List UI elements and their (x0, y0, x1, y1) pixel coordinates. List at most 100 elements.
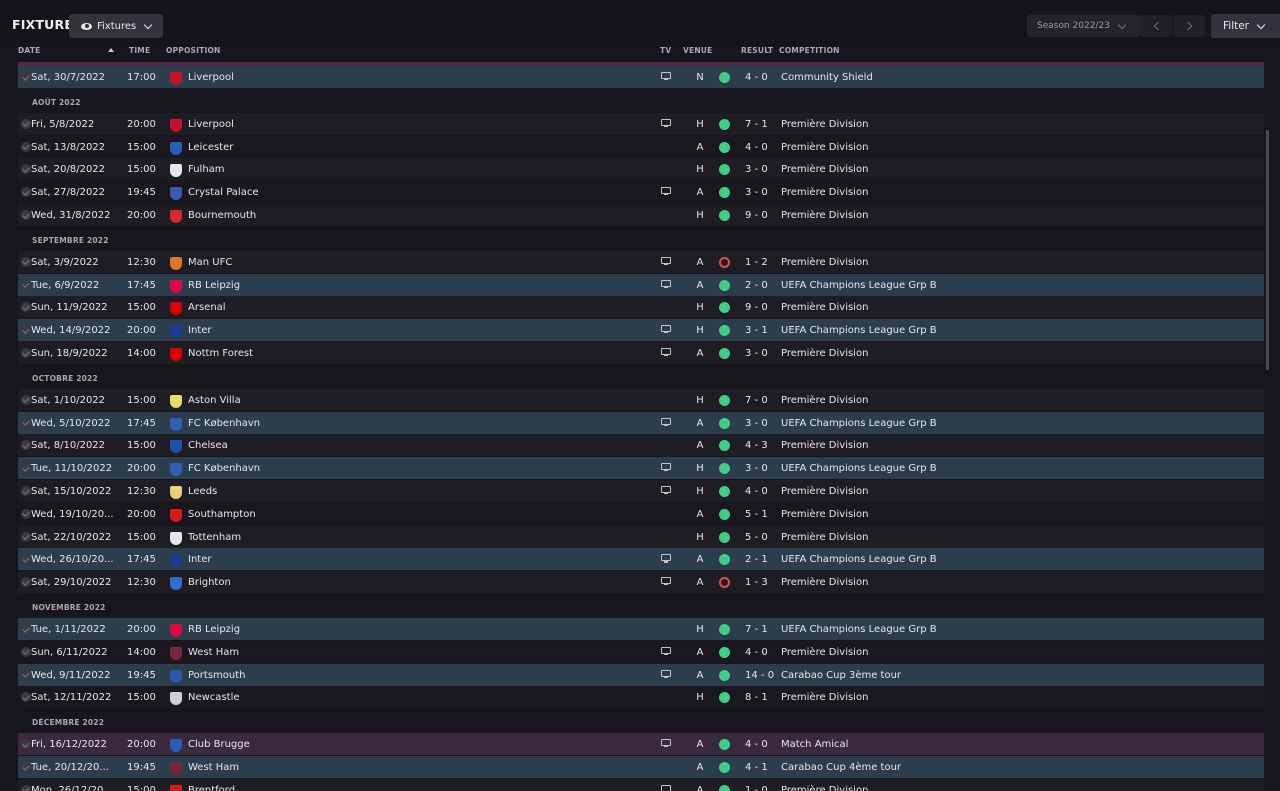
opponent-name[interactable]: Brighton (188, 577, 231, 588)
fixture-competition[interactable]: Première Division (781, 785, 868, 791)
fixture-row[interactable]: Sat, 8/10/2022 15:00 Chelsea A 4 - 3 Première… (18, 434, 1264, 457)
scrollbar[interactable] (1266, 130, 1269, 370)
fixture-row[interactable]: Sat, 27/8/2022 19:45 Crystal Palace A 3 - 0 P… (18, 181, 1264, 204)
fixture-competition[interactable]: UEFA Champions League Grp B (781, 280, 937, 291)
opponent-name[interactable]: Southampton (188, 509, 256, 520)
fixture-row[interactable]: Wed, 5/10/2022 17:45 FC København A 3 - 0 UEF… (18, 411, 1264, 434)
fixture-row[interactable]: Sun, 11/9/2022 15:00 Arsenal H 9 - 0 Première… (18, 296, 1264, 319)
fixture-row[interactable]: Sat, 30/7/2022 17:00 Liverpool N 4 - 0 Commun… (18, 66, 1264, 88)
fixture-competition[interactable]: Première Division (781, 440, 868, 451)
season-selector[interactable]: Season 2022/23 (1027, 15, 1140, 37)
fixture-competition[interactable]: Première Division (781, 187, 868, 198)
column-header-result[interactable]: RESULT (741, 46, 773, 55)
fixture-row[interactable]: Wed, 26/10/20... 17:45 Inter A 2 - 1 UEFA Cha… (18, 548, 1264, 571)
opponent-name[interactable]: Inter (188, 554, 211, 565)
fixture-competition[interactable]: UEFA Champions League Grp B (781, 463, 937, 474)
fixture-row[interactable]: Tue, 1/11/2022 20:00 RB Leipzig H 7 - 1 UEFA … (18, 618, 1264, 640)
fixture-row[interactable]: Sat, 29/10/2022 12:30 Brighton A 1 - 3 Premiè… (18, 571, 1264, 594)
opponent-name[interactable]: Club Brugge (188, 739, 250, 750)
view-selector-button[interactable]: Fixtures (69, 14, 163, 38)
fixture-competition[interactable]: UEFA Champions League Grp B (781, 554, 937, 565)
opponent-name[interactable]: Fulham (188, 164, 225, 175)
fixture-competition[interactable]: Première Division (781, 142, 868, 153)
fixture-row[interactable]: Wed, 9/11/2022 19:45 Portsmouth A 14 - 0 Cara… (18, 663, 1264, 686)
club-crest-icon (170, 463, 182, 477)
fixture-row[interactable]: Sat, 22/10/2022 15:00 Tottenham H 5 - 0 Premi… (18, 525, 1264, 548)
fixture-competition[interactable]: Première Division (781, 532, 868, 543)
win-indicator-icon (719, 762, 730, 773)
fixture-competition[interactable]: Première Division (781, 119, 868, 130)
fixture-row[interactable]: Sat, 15/10/2022 12:30 Leeds H 4 - 0 Première … (18, 480, 1264, 502)
opponent-name[interactable]: Tottenham (188, 532, 241, 543)
fixture-competition[interactable]: Première Division (781, 257, 868, 268)
column-header-opposition[interactable]: OPPOSITION (166, 46, 221, 55)
opponent-name[interactable]: Portsmouth (188, 670, 246, 681)
fixture-row[interactable]: Sat, 20/8/2022 15:00 Fulham H 3 - 0 Première … (18, 158, 1264, 181)
opponent-name[interactable]: Leeds (188, 486, 217, 497)
opponent-name[interactable]: FC København (188, 463, 260, 474)
fixture-competition[interactable]: Carabao Cup 4ème tour (781, 762, 901, 773)
fixture-competition[interactable]: Carabao Cup 3ème tour (781, 670, 901, 681)
fixture-row[interactable]: Tue, 20/12/20... 19:45 West Ham A 4 - 1 Carab… (18, 756, 1264, 778)
fixture-competition[interactable]: Match Amical (781, 739, 848, 750)
opponent-name[interactable]: Liverpool (188, 119, 234, 130)
opponent-name[interactable]: Arsenal (188, 302, 226, 313)
opponent-name[interactable]: Liverpool (188, 72, 234, 83)
fixture-competition[interactable]: Première Division (781, 577, 868, 588)
fixture-row[interactable]: Tue, 11/10/2022 20:00 FC København H 3 - 0 UE… (18, 457, 1264, 480)
column-header-time[interactable]: TIME (129, 46, 150, 55)
opponent-name[interactable]: West Ham (188, 647, 239, 658)
previous-season-button[interactable] (1140, 15, 1172, 37)
opponent-name[interactable]: FC København (188, 418, 260, 429)
fixture-competition[interactable]: UEFA Champions League Grp B (781, 624, 937, 635)
fixture-venue: A (696, 762, 704, 773)
opponent-name[interactable]: Newcastle (188, 692, 240, 703)
fixture-row[interactable]: Tue, 6/9/2022 17:45 RB Leipzig A 2 - 0 UEFA C… (18, 273, 1264, 296)
fixture-competition[interactable]: Première Division (781, 486, 868, 497)
column-header-tv[interactable]: TV (660, 46, 671, 55)
fixture-row[interactable]: Sun, 18/9/2022 14:00 Nottm Forest A 3 - 0 Pre… (18, 342, 1264, 364)
opponent-name[interactable]: West Ham (188, 762, 239, 773)
fixture-competition[interactable]: Community Shield (781, 72, 873, 83)
column-header-venue[interactable]: VENUE (683, 46, 712, 55)
fixture-competition[interactable]: Première Division (781, 509, 868, 520)
opponent-name[interactable]: Chelsea (188, 440, 228, 451)
fixture-row[interactable]: Sat, 1/10/2022 15:00 Aston Villa H 7 - 0 Prem… (18, 388, 1264, 411)
column-header-competition[interactable]: COMPETITION (779, 46, 840, 55)
opponent-name[interactable]: Brentford (188, 785, 235, 791)
fixture-competition[interactable]: Première Division (781, 164, 868, 175)
opponent-name[interactable]: Inter (188, 325, 211, 336)
fixture-competition[interactable]: Première Division (781, 348, 868, 359)
opponent-name[interactable]: RB Leipzig (188, 624, 240, 635)
fixture-row[interactable]: Fri, 16/12/2022 20:00 Club Brugge A 4 - 0 Mat… (18, 733, 1264, 756)
opponent-name[interactable]: Man UFC (188, 257, 232, 268)
next-season-button[interactable] (1173, 15, 1205, 37)
opponent-name[interactable]: Bournemouth (188, 210, 256, 221)
fixture-competition[interactable]: UEFA Champions League Grp B (781, 325, 937, 336)
fixture-row[interactable]: Sun, 6/11/2022 14:00 West Ham A 4 - 0 Premièr… (18, 640, 1264, 663)
fixture-competition[interactable]: Première Division (781, 302, 868, 313)
fixture-row[interactable]: Sat, 3/9/2022 12:30 Man UFC A 1 - 2 Première … (18, 250, 1264, 273)
opponent-name[interactable]: Aston Villa (188, 395, 241, 406)
win-indicator-icon (719, 692, 730, 704)
filter-button[interactable]: Filter (1211, 14, 1280, 38)
fixture-row[interactable]: Wed, 14/9/2022 20:00 Inter H 3 - 1 UEFA Champ… (18, 319, 1264, 342)
fixture-competition[interactable]: Première Division (781, 692, 868, 703)
fixture-row[interactable]: Sat, 12/11/2022 15:00 Newcastle H 8 - 1 Premi… (18, 686, 1264, 709)
column-header-date[interactable]: DATE (18, 46, 41, 55)
opponent-name[interactable]: Nottm Forest (188, 348, 253, 359)
opponent-name[interactable]: Crystal Palace (188, 187, 259, 198)
fixture-row[interactable]: Wed, 19/10/20... 20:00 Southampton A 5 - 1 Pr… (18, 502, 1264, 525)
fixture-competition[interactable]: Première Division (781, 647, 868, 658)
fixture-row[interactable]: Mon, 26/12/20... 15:00 Brentford A 1 - 0 Prem… (18, 778, 1264, 791)
fixture-competition[interactable]: UEFA Champions League Grp B (781, 418, 937, 429)
fixture-competition[interactable]: Première Division (781, 210, 868, 221)
chevron-left-icon (1153, 21, 1162, 31)
fixture-competition[interactable]: Première Division (781, 395, 868, 406)
fixture-row[interactable]: Sat, 13/8/2022 15:00 Leicester A 4 - 0 Premiè… (18, 135, 1264, 158)
opponent-name[interactable]: Leicester (188, 142, 233, 153)
opponent-name[interactable]: RB Leipzig (188, 280, 240, 291)
fixture-row[interactable]: Wed, 31/8/2022 20:00 Bournemouth H 9 - 0 Prem… (18, 204, 1264, 226)
fixture-row[interactable]: Fri, 5/8/2022 20:00 Liverpool H 7 - 1 Premièr… (18, 112, 1264, 135)
tv-icon (661, 669, 671, 678)
